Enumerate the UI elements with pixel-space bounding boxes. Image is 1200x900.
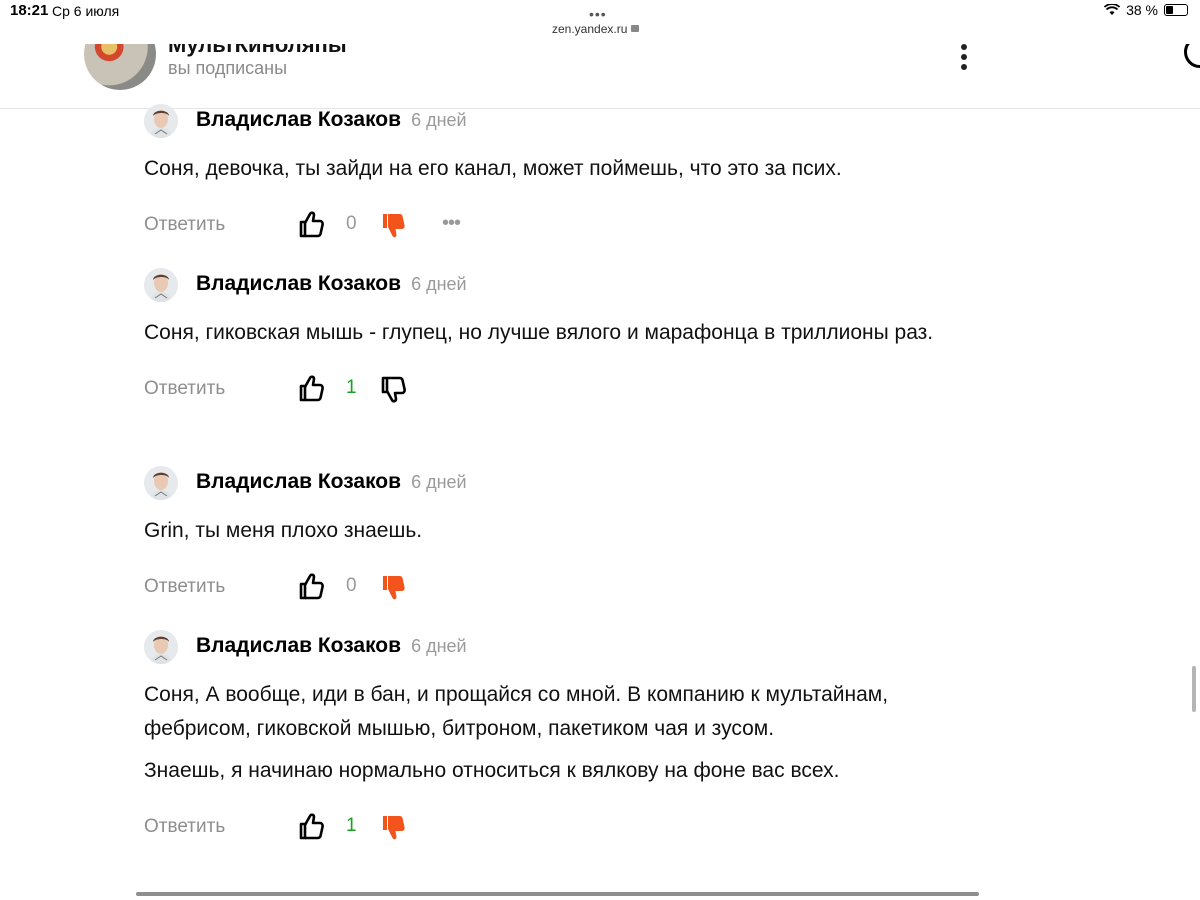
like-count: 1 <box>346 815 357 836</box>
reply-button[interactable]: Ответить <box>144 214 225 236</box>
comment-paragraph: Соня, девочка, ты зайди на его канал, мо… <box>144 157 842 180</box>
more-options-icon[interactable]: ••• <box>442 212 461 235</box>
status-time: 18:21 <box>10 2 49 19</box>
dislike-icon[interactable] <box>380 814 406 842</box>
comment-text: Соня, гиковская мышь - глупец, но лучше … <box>144 316 974 350</box>
subscription-status: вы подписаны <box>168 58 288 78</box>
comment-actions: Ответить 0 <box>144 568 974 608</box>
comment-header: Владислав Козаков 6 дней <box>144 104 974 144</box>
dislike-icon[interactable] <box>380 212 406 240</box>
author-name: Владислав Козаков <box>196 634 402 657</box>
like-icon[interactable] <box>298 572 324 600</box>
author-name: Владислав Козаков <box>196 108 402 131</box>
comment-actions: Ответить 1 <box>144 808 974 848</box>
comment: Владислав Козаков 6 дней Grin, ты меня пло… <box>144 466 974 608</box>
like-count: 0 <box>346 575 357 596</box>
comment: Владислав Козаков 6 дней Соня, девочка, ты… <box>144 104 974 246</box>
comment-time: 6 дней <box>411 110 467 130</box>
comment-time: 6 дней <box>411 472 467 492</box>
comment-actions: Ответить 1 <box>144 370 974 410</box>
comment: Владислав Козаков 6 дней Соня, гиковская м… <box>144 268 974 410</box>
reply-button[interactable]: Ответить <box>144 576 225 598</box>
scrollbar[interactable] <box>1192 666 1196 712</box>
channel-header: МультКиноляпы вы подписаны <box>0 44 1200 109</box>
author-name: Владислав Козаков <box>196 272 402 295</box>
dislike-icon[interactable] <box>380 376 406 404</box>
channel-avatar[interactable] <box>84 44 156 90</box>
author-name: Владислав Козаков <box>196 470 402 493</box>
channel-name[interactable]: МультКиноляпы <box>168 44 347 58</box>
tab-dots-icon[interactable]: ••• <box>589 6 607 22</box>
like-count: 1 <box>346 377 357 398</box>
avatar[interactable] <box>144 466 178 500</box>
comment-actions: Ответить 0 ••• <box>144 206 974 246</box>
battery-percent: 38 % <box>1126 2 1158 18</box>
comment-author[interactable]: Владислав Козаков 6 дней <box>196 272 467 296</box>
dislike-icon[interactable] <box>380 574 406 602</box>
comment-paragraph: Знаешь, я начинаю нормально относиться к… <box>144 759 840 782</box>
status-indicators: 38 % <box>1104 2 1188 18</box>
comment: Владислав Козаков 6 дней Соня, А вообще, и… <box>144 630 974 848</box>
like-icon[interactable] <box>298 210 324 238</box>
lock-icon <box>631 25 640 32</box>
avatar[interactable] <box>144 268 178 302</box>
search-icon[interactable] <box>1184 44 1200 68</box>
comment-paragraph: Соня, А вообще, иди в бан, и прощайся со… <box>144 683 889 740</box>
status-bar: 18:21 Ср 6 июля ••• zen.yandex.ru 38 % <box>0 0 1200 44</box>
home-indicator <box>136 892 979 896</box>
comment-time: 6 дней <box>411 636 467 656</box>
comment-author[interactable]: Владислав Козаков 6 дней <box>196 108 467 132</box>
comment-header: Владислав Козаков 6 дней <box>144 466 974 506</box>
comment-header: Владислав Козаков 6 дней <box>144 268 974 308</box>
like-icon[interactable] <box>298 812 324 840</box>
status-date: Ср 6 июля <box>52 3 120 19</box>
like-icon[interactable] <box>298 374 324 402</box>
battery-icon <box>1164 4 1188 16</box>
comment-text: Grin, ты меня плохо знаешь. <box>144 514 974 548</box>
comment-author[interactable]: Владислав Козаков 6 дней <box>196 634 467 658</box>
address-bar[interactable]: zen.yandex.ru <box>552 22 640 36</box>
reply-button[interactable]: Ответить <box>144 378 225 400</box>
comment-author[interactable]: Владислав Козаков 6 дней <box>196 470 467 494</box>
avatar[interactable] <box>144 104 178 138</box>
comment-text: Соня, А вообще, иди в бан, и прощайся со… <box>144 678 974 788</box>
comment-paragraph: Соня, гиковская мышь - глупец, но лучше … <box>144 321 934 344</box>
like-count: 0 <box>346 213 357 234</box>
kebab-menu-icon[interactable] <box>958 44 970 70</box>
url-text: zen.yandex.ru <box>552 22 628 36</box>
comment-paragraph: Grin, ты меня плохо знаешь. <box>144 519 423 542</box>
wifi-icon <box>1104 4 1121 15</box>
comment-text: Соня, девочка, ты зайди на его канал, мо… <box>144 152 974 186</box>
comment-time: 6 дней <box>411 274 467 294</box>
comment-header: Владислав Козаков 6 дней <box>144 630 974 670</box>
avatar[interactable] <box>144 630 178 664</box>
reply-button[interactable]: Ответить <box>144 816 225 838</box>
